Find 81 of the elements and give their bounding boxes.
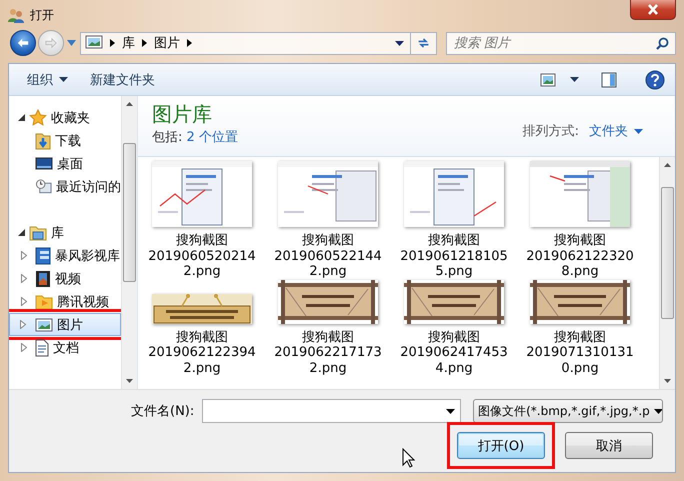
nav-item[interactable]: 收藏夹 — [51, 108, 90, 126]
view-icon[interactable] — [540, 72, 556, 86]
picture-icon — [85, 34, 103, 50]
help-icon[interactable] — [645, 70, 665, 90]
film-icon — [35, 270, 51, 288]
expand-arrow-icon[interactable] — [20, 320, 26, 329]
back-arrow-icon — [17, 37, 29, 49]
picture-icon — [35, 316, 53, 332]
dropdown-icon[interactable] — [570, 77, 579, 82]
desktop-icon — [35, 156, 53, 172]
scroll-down-icon[interactable] — [126, 379, 133, 383]
nav-item[interactable]: 最近访问的 — [9, 175, 121, 198]
file-name[interactable]: 搜狗截图 2019062122320 8.png — [526, 233, 634, 280]
scroll-up-icon[interactable] — [126, 102, 133, 106]
expand-arrow-icon[interactable] — [21, 297, 27, 306]
play-folder-icon — [35, 294, 53, 310]
film-strip-icon — [35, 246, 51, 264]
search-icon — [656, 36, 669, 50]
dropdown-icon[interactable] — [446, 409, 456, 414]
scrollbar[interactable] — [121, 96, 137, 389]
users-icon — [8, 7, 24, 23]
filename-field[interactable] — [202, 399, 462, 423]
caret-icon — [59, 77, 68, 82]
file-name[interactable]: 搜狗截图 2019062122394 2.png — [148, 330, 256, 376]
breadcrumb-arrow-icon[interactable] — [110, 39, 115, 47]
caret-icon — [634, 128, 643, 134]
star-icon — [29, 108, 47, 126]
collapse-arrow-icon[interactable] — [18, 114, 24, 121]
refresh-button[interactable] — [411, 32, 437, 54]
refresh-icon — [417, 36, 430, 50]
scroll-up-icon[interactable] — [664, 163, 671, 167]
window-title: 打开 — [30, 6, 54, 24]
search-field[interactable]: 搜索 图片 — [446, 32, 676, 54]
file-type-dropdown[interactable]: 图像文件(*.bmp,*.gif,*.jpg,*.p — [473, 399, 663, 423]
breadcrumb-arrow-icon[interactable] — [142, 39, 147, 47]
breadcrumb[interactable]: 库 — [122, 34, 135, 52]
close-icon — [647, 4, 659, 15]
expand-arrow-icon[interactable] — [21, 274, 27, 283]
nav-item[interactable]: 桌面 — [9, 152, 121, 175]
filename-label: 文件名(N): — [131, 403, 194, 420]
file-name[interactable]: 搜狗截图 2019060522144 2.png — [274, 233, 382, 280]
nav-item[interactable]: 视频 — [9, 267, 121, 290]
library-folder-icon — [29, 224, 47, 240]
nav-item[interactable]: 库 — [51, 224, 64, 242]
nav-item[interactable]: 暴风影视库 — [9, 244, 121, 267]
breadcrumb-arrow-icon[interactable] — [187, 39, 192, 47]
breadcrumb[interactable]: 图片 — [154, 34, 180, 52]
sort-dropdown[interactable]: 文件夹 — [589, 122, 643, 140]
file-name[interactable]: 搜狗截图 2019071310131 0.png — [526, 330, 634, 376]
mouse-cursor-icon — [402, 448, 415, 468]
expand-arrow-icon[interactable] — [21, 251, 27, 260]
organize-menu[interactable]: 组织 — [23, 68, 72, 92]
sort-label: 排列方式: — [522, 123, 579, 140]
caret-icon — [654, 408, 662, 414]
download-folder-icon — [35, 132, 51, 150]
scroll-down-icon[interactable] — [664, 379, 671, 383]
preview-pane-icon[interactable] — [601, 72, 617, 88]
history-dropdown-icon[interactable] — [67, 40, 76, 46]
includes-label: 包括: — [152, 130, 182, 145]
address-bar[interactable]: 库 图片 — [80, 32, 411, 54]
clock-window-icon — [35, 178, 52, 196]
file-name[interactable]: 搜狗截图 2019061218105 5.png — [400, 233, 508, 280]
back-button[interactable] — [10, 30, 36, 56]
file-name[interactable]: 搜狗截图 2019062217173 2.png — [274, 330, 382, 376]
library-title: 图片库 — [152, 102, 213, 126]
document-icon — [35, 338, 49, 356]
nav-item[interactable]: 下载 — [9, 129, 121, 152]
forward-arrow-icon — [45, 37, 57, 49]
dropdown-icon[interactable] — [395, 40, 404, 46]
nav-item[interactable]: 腾讯视频 — [9, 290, 121, 313]
new-folder-button[interactable]: 新建文件夹 — [86, 68, 159, 92]
scrollbar[interactable] — [659, 157, 675, 389]
expand-arrow-icon[interactable] — [21, 343, 27, 352]
cancel-button[interactable]: 取消 — [565, 432, 653, 459]
collapse-arrow-icon[interactable] — [18, 229, 24, 236]
nav-item[interactable]: 文档 — [9, 336, 121, 359]
close-button[interactable] — [630, 0, 676, 20]
open-button[interactable]: 打开(O) — [457, 432, 545, 459]
file-name[interactable]: 搜狗截图 2019062417453 4.png — [400, 330, 508, 376]
locations-link[interactable]: 2 个位置 — [186, 130, 238, 145]
file-name[interactable]: 搜狗截图 2019060520214 2.png — [148, 233, 256, 280]
